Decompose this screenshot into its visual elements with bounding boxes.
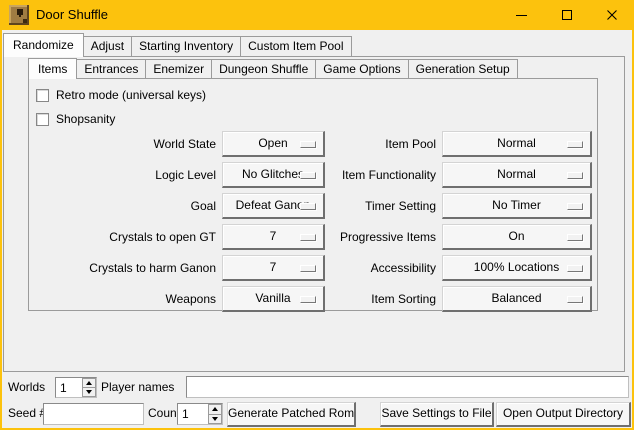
door-app-icon	[9, 5, 29, 25]
item-sorting-value: Balanced	[491, 291, 541, 305]
count-input[interactable]	[178, 404, 208, 424]
close-icon	[606, 9, 618, 21]
item-sorting-label: Item Sorting	[298, 292, 442, 306]
seed-label: Seed #	[8, 403, 46, 424]
tab-generation-setup[interactable]: Generation Setup	[408, 59, 518, 78]
goal-label: Goal	[34, 199, 222, 213]
option-row: Crystals to harm Ganon 7	[34, 252, 325, 283]
item-pool-dropdown[interactable]: Normal	[442, 131, 592, 157]
progressive-items-label: Progressive Items	[298, 230, 442, 244]
tab-dungeon-shuffle[interactable]: Dungeon Shuffle	[211, 59, 316, 78]
tab-custom-item-pool[interactable]: Custom Item Pool	[240, 36, 351, 56]
tab-starting-inventory[interactable]: Starting Inventory	[131, 36, 241, 56]
accessibility-dropdown[interactable]: 100% Locations	[442, 255, 592, 281]
close-button[interactable]	[589, 0, 634, 30]
item-functionality-label: Item Functionality	[298, 168, 442, 182]
logic-level-label: Logic Level	[34, 168, 222, 182]
minimize-button[interactable]	[499, 0, 544, 30]
option-row: Goal Defeat Ganon	[34, 190, 325, 221]
player-names-input[interactable]	[186, 376, 629, 398]
count-spinbox[interactable]	[177, 403, 223, 425]
tab-enemizer[interactable]: Enemizer	[145, 59, 212, 78]
seed-input[interactable]	[43, 403, 144, 425]
progressive-items-value: On	[508, 229, 524, 243]
options-column-right: Item Pool Normal Item Functionality Norm…	[298, 128, 592, 314]
progressive-items-dropdown[interactable]: On	[442, 224, 592, 250]
option-row: Crystals to open GT 7	[34, 221, 325, 252]
count-spin-up-button[interactable]	[208, 404, 222, 415]
dropdown-indicator-icon	[567, 172, 583, 179]
logic-level-value: No Glitches	[242, 167, 304, 181]
dropdown-indicator-icon	[567, 234, 583, 241]
maximize-button[interactable]	[544, 0, 589, 30]
option-row: Item Functionality Normal	[298, 159, 592, 190]
shopsanity-checkbox[interactable]	[36, 113, 49, 126]
maximize-icon	[562, 10, 572, 20]
save-settings-button[interactable]: Save Settings to File	[380, 402, 494, 427]
world-state-label: World State	[34, 137, 222, 151]
dropdown-indicator-icon	[567, 141, 583, 148]
player-names-label: Player names	[101, 377, 174, 398]
dropdown-indicator-icon	[567, 265, 583, 272]
timer-setting-dropdown[interactable]: No Timer	[442, 193, 592, 219]
option-row: Timer Setting No Timer	[298, 190, 592, 221]
tab-game-options[interactable]: Game Options	[315, 59, 408, 78]
count-label: Count	[148, 403, 180, 424]
arrow-down-icon	[212, 417, 218, 421]
arrow-up-icon	[86, 381, 92, 385]
crystals-gt-label: Crystals to open GT	[34, 230, 222, 244]
option-row: Progressive Items On	[298, 221, 592, 252]
window-title: Door Shuffle	[36, 0, 108, 30]
option-row: Weapons Vanilla	[34, 283, 325, 314]
timer-setting-value: No Timer	[492, 198, 541, 212]
item-sorting-dropdown[interactable]: Balanced	[442, 286, 592, 312]
item-functionality-value: Normal	[497, 167, 536, 181]
shopsanity-checkbox-row[interactable]: Shopsanity	[36, 112, 115, 126]
item-functionality-dropdown[interactable]: Normal	[442, 162, 592, 188]
generate-patched-rom-button[interactable]: Generate Patched Rom	[227, 402, 356, 427]
tab-items[interactable]: Items	[28, 58, 77, 79]
crystals-ganon-value: 7	[270, 260, 277, 274]
option-row: World State Open	[34, 128, 325, 159]
worlds-input[interactable]	[56, 378, 82, 397]
option-row: Item Pool Normal	[298, 128, 592, 159]
item-pool-label: Item Pool	[298, 137, 442, 151]
client-area: Randomize Adjust Starting Inventory Cust…	[2, 30, 632, 428]
accessibility-value: 100% Locations	[474, 260, 559, 274]
retro-mode-checkbox[interactable]	[36, 89, 49, 102]
crystals-gt-value: 7	[270, 229, 277, 243]
titlebar: Door Shuffle	[0, 0, 634, 30]
dropdown-indicator-icon	[567, 296, 583, 303]
retro-mode-label: Retro mode (universal keys)	[56, 88, 206, 102]
crystals-ganon-label: Crystals to harm Ganon	[34, 261, 222, 275]
weapons-value: Vanilla	[255, 291, 290, 305]
door-shuffle-window: Door Shuffle Randomize Adjust Starting I…	[0, 0, 634, 430]
worlds-spin-down-button[interactable]	[82, 388, 96, 397]
open-output-directory-button[interactable]: Open Output Directory	[496, 402, 631, 427]
options-column-left: World State Open Logic Level No Glitches…	[34, 128, 325, 314]
tab-randomize[interactable]: Randomize	[3, 33, 84, 57]
retro-mode-checkbox-row[interactable]: Retro mode (universal keys)	[36, 88, 206, 102]
tab-adjust[interactable]: Adjust	[83, 36, 132, 56]
option-row: Logic Level No Glitches	[34, 159, 325, 190]
main-tab-bar: Randomize Adjust Starting Inventory Cust…	[3, 33, 351, 57]
accessibility-label: Accessibility	[298, 261, 442, 275]
arrow-down-icon	[86, 390, 92, 394]
minimize-icon	[516, 15, 527, 16]
dropdown-indicator-icon	[567, 203, 583, 210]
item-pool-value: Normal	[497, 136, 536, 150]
weapons-label: Weapons	[34, 292, 222, 306]
tab-entrances[interactable]: Entrances	[76, 59, 146, 78]
option-row: Accessibility 100% Locations	[298, 252, 592, 283]
worlds-spin-up-button[interactable]	[82, 378, 96, 388]
timer-setting-label: Timer Setting	[298, 199, 442, 213]
sub-tab-bar: Items Entrances Enemizer Dungeon Shuffle…	[28, 58, 517, 79]
worlds-label: Worlds	[8, 377, 45, 398]
option-row: Item Sorting Balanced	[298, 283, 592, 314]
world-state-value: Open	[258, 136, 287, 150]
arrow-up-icon	[212, 407, 218, 411]
worlds-spinbox[interactable]	[55, 377, 97, 398]
shopsanity-label: Shopsanity	[56, 112, 115, 126]
count-spin-down-button[interactable]	[208, 415, 222, 425]
